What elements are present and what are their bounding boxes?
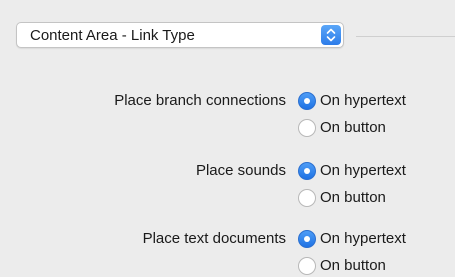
- radio-label: On button: [320, 257, 386, 274]
- preferences-panel: Content Area - Link Type Place branch co…: [0, 0, 455, 277]
- content-area-popup-label: Content Area - Link Type: [30, 27, 195, 44]
- sounds-on-hypertext-radio[interactable]: On hypertext: [298, 160, 455, 182]
- radio-selected-icon: [298, 230, 316, 248]
- sounds-on-button-radio[interactable]: On button: [298, 187, 455, 209]
- group-separator: [356, 36, 455, 37]
- content-area-select-row: Content Area - Link Type: [16, 22, 455, 48]
- radio-label: On hypertext: [320, 162, 406, 179]
- radio-selected-icon: [298, 92, 316, 110]
- chevron-up-down-icon: [321, 25, 341, 45]
- radio-unselected-icon: [298, 189, 316, 207]
- radio-label: On hypertext: [320, 230, 406, 247]
- place-text-documents-label: Place text documents: [142, 230, 286, 247]
- radio-label: On hypertext: [320, 92, 406, 109]
- place-sounds-label: Place sounds: [195, 162, 286, 179]
- radio-selected-icon: [298, 162, 316, 180]
- radio-label: On button: [320, 119, 386, 136]
- text-documents-on-hypertext-radio[interactable]: On hypertext: [298, 228, 455, 250]
- place-branch-connections-label: Place branch connections: [114, 92, 286, 109]
- content-area-popup-button[interactable]: Content Area - Link Type: [16, 22, 344, 48]
- radio-label: On button: [320, 189, 386, 206]
- text-documents-on-button-radio[interactable]: On button: [298, 255, 455, 277]
- branch-connections-on-hypertext-radio[interactable]: On hypertext: [298, 90, 455, 112]
- branch-connections-on-button-radio[interactable]: On button: [298, 117, 455, 139]
- radio-unselected-icon: [298, 119, 316, 137]
- radio-unselected-icon: [298, 257, 316, 275]
